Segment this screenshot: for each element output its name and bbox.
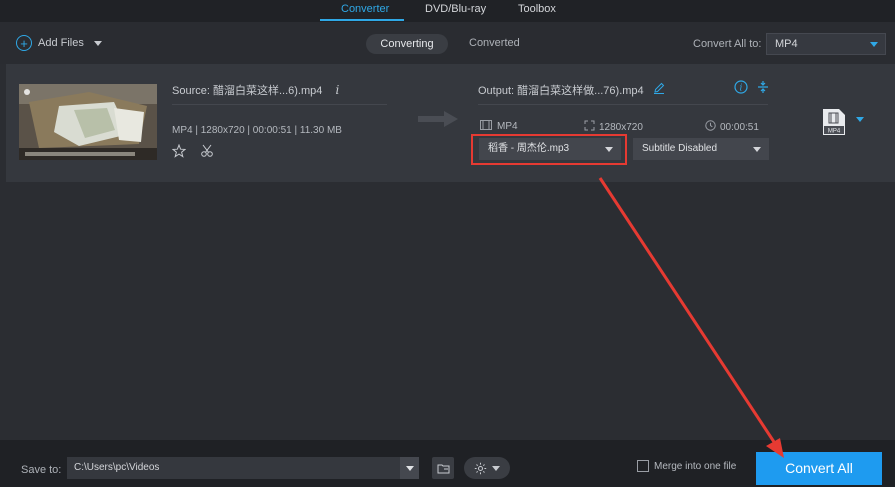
subtitle-value: Subtitle Disabled [642, 143, 718, 154]
save-path-field[interactable]: C:\Users\pc\Videos [67, 457, 400, 479]
gear-icon [474, 462, 487, 474]
convert-all-format-select[interactable]: MP4 [766, 33, 886, 55]
chevron-down-icon [753, 147, 761, 152]
file-list-empty-area [0, 182, 895, 440]
chevron-down-icon [492, 465, 500, 471]
bottom-bar: Save to: C:\Users\pc\Videos Merge into o… [0, 440, 895, 487]
open-folder-button[interactable] [432, 457, 454, 479]
source-filename-text: Source: 醋溜白菜这样...6).mp4 [172, 85, 323, 97]
convert-direction-arrow-icon [416, 110, 460, 131]
tab-converter[interactable]: Converter [341, 3, 389, 15]
output-format-badge[interactable]: MP4 [822, 108, 846, 139]
output-actions: i [734, 80, 770, 97]
settings-button[interactable] [464, 457, 510, 479]
output-resolution-text: 1280x720 [599, 121, 643, 133]
tab-dvd-bluray[interactable]: DVD/Blu-ray [425, 3, 486, 15]
output-format-text: MP4 [497, 121, 518, 132]
output-filename-text: Output: 醋溜白菜这样做...76).mp4 [478, 85, 644, 97]
active-tab-indicator [320, 19, 404, 21]
convert-all-button[interactable]: Convert All [756, 452, 882, 485]
film-icon [480, 120, 492, 133]
audio-track-select[interactable]: 稻香 - 周杰伦.mp3 [479, 138, 621, 160]
adjust-compress-icon[interactable] [756, 80, 770, 97]
tab-toolbox[interactable]: Toolbox [518, 3, 556, 15]
svg-text:i: i [740, 84, 743, 94]
chevron-down-icon [605, 147, 613, 152]
source-filename: Source: 醋溜白菜这样...6).mp4 i [172, 82, 339, 98]
output-filename: Output: 醋溜白菜这样做...76).mp4 [478, 82, 665, 98]
merge-checkbox[interactable] [637, 460, 649, 472]
rename-pencil-icon[interactable] [653, 82, 665, 97]
source-info: MP4 | 1280x720 | 00:00:51 | 11.30 MB [172, 125, 342, 136]
save-to-label: Save to: [21, 464, 62, 476]
info-italic-icon[interactable]: i [335, 83, 339, 97]
tab-converting[interactable]: Converting [366, 34, 448, 54]
chevron-down-icon[interactable] [93, 40, 102, 46]
video-thumbnail[interactable] [19, 84, 157, 160]
scissors-icon[interactable] [200, 144, 214, 161]
format-badge-text: MP4 [828, 129, 841, 135]
top-navigation: Converter DVD/Blu-ray Toolbox [0, 0, 895, 22]
toolbar: + Add Files Converting Converted Convert… [0, 22, 895, 64]
resize-icon [584, 120, 595, 134]
chevron-down-icon[interactable] [856, 117, 864, 122]
edit-tools [171, 143, 214, 161]
output-format: MP4 [480, 120, 518, 133]
save-path-dropdown[interactable] [400, 457, 419, 479]
merge-label: Merge into one file [654, 460, 737, 472]
clock-icon [705, 120, 716, 134]
divider [478, 104, 768, 105]
convert-all-label: Convert All to: [693, 38, 762, 50]
add-files-button[interactable]: + Add Files [16, 35, 102, 51]
convert-all-format-value: MP4 [775, 38, 798, 50]
folder-icon [437, 464, 449, 473]
chevron-down-icon [405, 465, 414, 471]
chevron-down-icon [870, 42, 878, 47]
subtitle-select[interactable]: Subtitle Disabled [633, 138, 769, 160]
file-item-row: Source: 醋溜白菜这样...6).mp4 i MP4 | 1280x720… [6, 64, 895, 182]
enhance-star-icon[interactable] [171, 143, 187, 161]
add-circle-icon: + [16, 35, 32, 51]
audio-track-value: 稻香 - 周杰伦.mp3 [488, 143, 570, 154]
tab-converted[interactable]: Converted [469, 37, 520, 49]
add-files-label: Add Files [38, 37, 84, 49]
merge-option[interactable]: Merge into one file [637, 460, 736, 472]
output-resolution: 1280x720 [584, 120, 643, 134]
output-duration: 00:00:51 [705, 120, 759, 134]
output-duration-text: 00:00:51 [720, 121, 759, 133]
divider [172, 104, 387, 105]
info-circle-icon[interactable]: i [734, 80, 748, 97]
